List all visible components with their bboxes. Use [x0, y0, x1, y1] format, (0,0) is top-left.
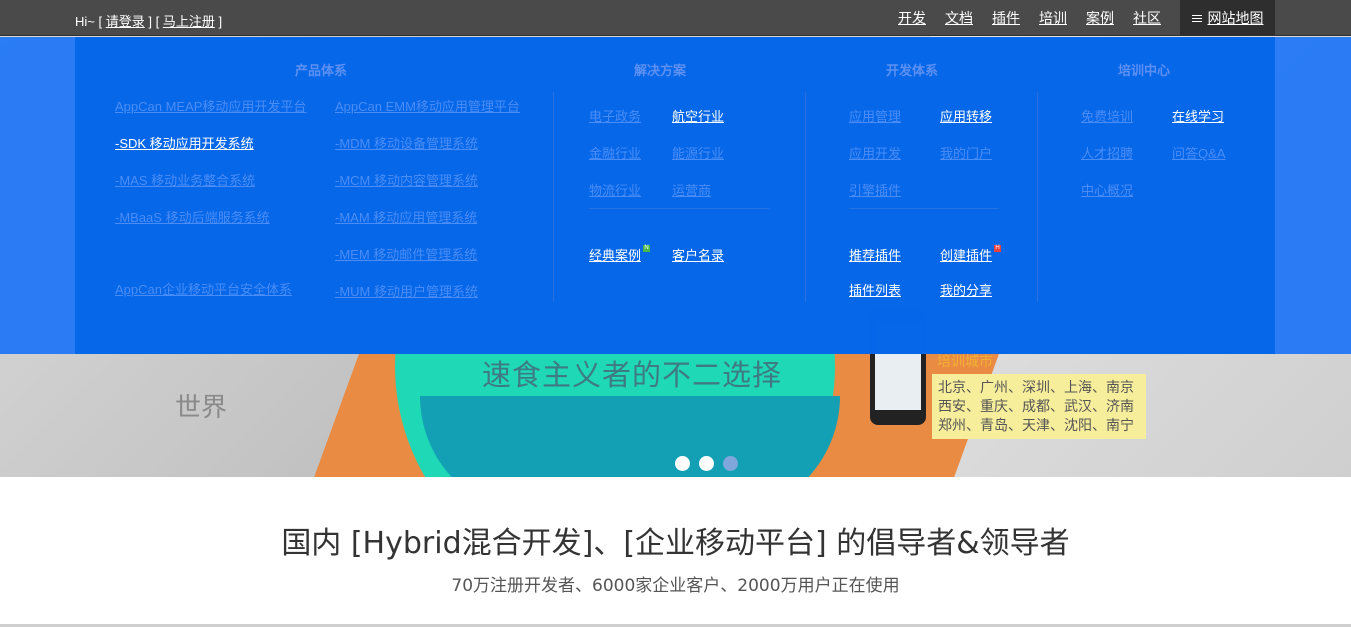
login-link[interactable]: 请登录 [106, 14, 145, 29]
dev-app-develop-link[interactable]: 应用开发 [849, 143, 901, 162]
solution-energy-link[interactable]: 能源行业 [672, 143, 724, 162]
cases-link[interactable]: 经典案例 [589, 248, 641, 263]
qa-link[interactable]: 问答Q&A [1172, 143, 1225, 162]
product-security-link[interactable]: AppCan企业移动平台安全体系 [115, 279, 292, 298]
headline: 国内 [Hybrid混合开发]、[企业移动平台] 的倡导者&领导者 [281, 526, 1070, 561]
nav-dev[interactable]: 开发 [898, 8, 926, 28]
top-bar: Hi~ [ 请登录 ] [ 马上注册 ] 开发 文档 插件 培训 案例 社区 网… [0, 0, 1351, 36]
subheadline: 70万注册开发者、6000家企业客户、2000万用户正在使用 [451, 576, 900, 596]
dev-app-transfer-link[interactable]: 应用转移 [940, 106, 992, 125]
greeting: Hi~ [ 请登录 ] [ 马上注册 ] [75, 11, 222, 30]
divider [589, 208, 769, 209]
solution-aviation-link[interactable]: 航空行业 [672, 106, 724, 125]
col-title-training: 培训中心 [1118, 63, 1171, 78]
cities-line: 西安、重庆、成都、武汉、济南 [938, 398, 1134, 414]
greeting-suffix: ] [218, 14, 223, 29]
sitemap-label: 网站地图 [1207, 10, 1264, 26]
nav-community[interactable]: 社区 [1133, 8, 1161, 28]
product-mbaas-link[interactable]: -MBaaS 移动后端服务系统 [115, 207, 270, 226]
col-title-solutions: 解决方案 [634, 63, 687, 78]
nav-training[interactable]: 培训 [1039, 8, 1067, 28]
product-emm-link[interactable]: AppCan EMM移动应用管理平台 [335, 96, 520, 115]
solution-egov-link[interactable]: 电子政务 [589, 106, 641, 125]
hero-circle-base [420, 396, 840, 477]
my-share-link[interactable]: 我的分享 [940, 280, 992, 299]
create-plugin-link[interactable]: 创建插件 [940, 248, 992, 263]
col-title-products: 产品体系 [295, 63, 348, 78]
product-mas-link[interactable]: -MAS 移动业务整合系统 [115, 170, 255, 189]
product-sdk-link[interactable]: -SDK 移动应用开发系统 [115, 133, 254, 152]
create-plugin-item: 创建插件 H [940, 245, 1002, 264]
nav-plugins[interactable]: 插件 [992, 8, 1020, 28]
carousel-dot[interactable] [699, 456, 714, 471]
center-overview-link[interactable]: 中心概况 [1081, 180, 1133, 199]
divider [805, 92, 806, 302]
carousel-dot[interactable] [675, 456, 690, 471]
online-learning-link[interactable]: 在线学习 [1172, 106, 1224, 125]
product-mum-link[interactable]: -MUM 移动用户管理系统 [335, 281, 478, 300]
new-badge: N [643, 245, 651, 252]
cases-item: 经典案例 N [589, 245, 651, 264]
product-mcm-link[interactable]: -MCM 移动内容管理系统 [335, 170, 478, 189]
recruitment-link[interactable]: 人才招聘 [1081, 143, 1133, 162]
carousel-dot-active[interactable] [723, 456, 738, 471]
menu-icon [1191, 13, 1202, 24]
dev-engine-plugin-link[interactable]: 引擎插件 [849, 180, 901, 199]
divider [1037, 92, 1038, 302]
greeting-mid: ] [ [148, 14, 160, 29]
mega-menu: 产品体系 解决方案 开发体系 培训中心 AppCan MEAP移动应用开发平台 … [75, 37, 1275, 354]
solution-carrier-link[interactable]: 运营商 [672, 180, 711, 199]
solution-finance-link[interactable]: 金融行业 [589, 143, 641, 162]
hero-slogan: 速食主义者的不二选择 [482, 358, 783, 392]
clients-link[interactable]: 客户名录 [672, 245, 724, 264]
sitemap-button[interactable]: 网站地图 [1180, 0, 1275, 36]
nav-docs[interactable]: 文档 [945, 8, 973, 28]
nav-cases[interactable]: 案例 [1086, 8, 1114, 28]
cities-title: 培训城市 [937, 353, 993, 369]
product-meap-link[interactable]: AppCan MEAP移动应用开发平台 [115, 96, 306, 115]
register-link[interactable]: 马上注册 [163, 14, 215, 29]
cities-line: 北京、广州、深圳、上海、南京 [938, 379, 1134, 395]
carousel-dots [675, 456, 747, 471]
dev-app-manage-link[interactable]: 应用管理 [849, 106, 901, 125]
col-title-dev: 开发体系 [886, 63, 939, 78]
product-mem-link[interactable]: -MEM 移动邮件管理系统 [335, 244, 477, 263]
top-nav: 开发 文档 插件 培训 案例 社区 网站地图 [898, 0, 1351, 36]
hero-watermark: 世界 [175, 393, 228, 423]
product-mam-link[interactable]: -MAM 移动应用管理系统 [335, 207, 477, 226]
dev-portal-link[interactable]: 我的门户 [940, 143, 992, 162]
recommended-plugins-link[interactable]: 推荐插件 [849, 245, 901, 264]
product-mdm-link[interactable]: -MDM 移动设备管理系统 [335, 133, 478, 152]
plugin-list-link[interactable]: 插件列表 [849, 280, 901, 299]
cities-line: 郑州、青岛、天津、沈阳、南宁 [938, 417, 1134, 433]
solution-logistics-link[interactable]: 物流行业 [589, 180, 641, 199]
cities-box: 北京、广州、深圳、上海、南京 西安、重庆、成都、武汉、济南 郑州、青岛、天津、沈… [932, 374, 1146, 439]
free-training-link[interactable]: 免费培训 [1081, 106, 1133, 125]
divider [553, 92, 554, 302]
hot-badge: H [994, 245, 1002, 252]
greeting-prefix: Hi~ [ [75, 14, 103, 29]
divider [849, 208, 999, 209]
